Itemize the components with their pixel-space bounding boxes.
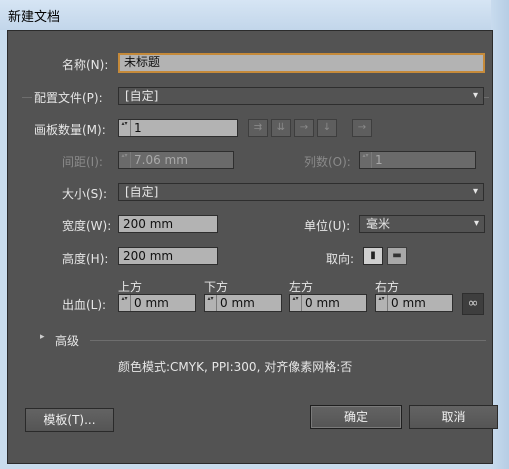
group-border-top-right: [484, 97, 489, 98]
height-input[interactable]: 200 mm: [118, 247, 218, 265]
window-titlebar: 新建文档: [0, 0, 509, 30]
units-select[interactable]: 毫米 ▾: [359, 215, 485, 233]
bleed-top-label: 上方: [118, 280, 143, 294]
stepper-arrows-icon[interactable]: ▴▾: [119, 120, 131, 136]
grid-by-row-icon[interactable]: ⇉: [248, 119, 268, 137]
bleed-right-value: 0 mm: [391, 296, 426, 310]
size-label: 大小(S):: [62, 187, 108, 201]
stepper-arrows-icon[interactable]: ▴▾: [119, 295, 131, 311]
width-input[interactable]: 200 mm: [118, 215, 218, 233]
bleed-bottom-label: 下方: [204, 280, 229, 294]
bleed-label: 出血(L):: [62, 298, 107, 312]
bleed-bottom-value: 0 mm: [220, 296, 255, 310]
profile-label: 配置文件(P):: [34, 91, 103, 105]
window-frame-right: [491, 0, 509, 469]
bleed-right-label: 右方: [375, 280, 400, 294]
profile-value: [自定]: [125, 89, 159, 103]
stepper-arrows-icon[interactable]: ▴▾: [205, 295, 217, 311]
bleed-right-stepper[interactable]: ▴▾ 0 mm: [375, 294, 453, 312]
width-label: 宽度(W):: [62, 219, 112, 233]
stepper-arrows-icon[interactable]: ▴▾: [290, 295, 302, 311]
size-value: [自定]: [125, 185, 159, 199]
templates-button[interactable]: 模板(T)...: [25, 408, 114, 432]
bleed-left-label: 左方: [289, 280, 314, 294]
advanced-toggle[interactable]: 高级: [55, 332, 79, 349]
columns-stepper[interactable]: ▴▾ 1: [359, 151, 476, 169]
bleed-top-stepper[interactable]: ▴▾ 0 mm: [118, 294, 196, 312]
stepper-arrows-icon[interactable]: ▴▾: [119, 152, 131, 168]
stepper-arrows-icon[interactable]: ▴▾: [376, 295, 388, 311]
group-border-top-left: [22, 97, 32, 98]
arrange-by-row-icon[interactable]: →: [294, 119, 314, 137]
artboards-stepper[interactable]: ▴▾ 1: [118, 119, 238, 137]
bleed-top-value: 0 mm: [134, 296, 169, 310]
spacing-stepper[interactable]: ▴▾ 7.06 mm: [118, 151, 234, 169]
chevron-down-icon: ▾: [472, 186, 478, 197]
grid-by-column-icon[interactable]: ⇊: [271, 119, 291, 137]
layout-direction-icon[interactable]: →: [352, 119, 372, 137]
units-value: 毫米: [366, 217, 391, 231]
artboards-value: 1: [134, 121, 142, 135]
color-mode-info: 颜色模式:CMYK, PPI:300, 对齐像素网格:否: [118, 360, 353, 374]
stepper-arrows-icon[interactable]: ▴▾: [360, 152, 372, 168]
units-label: 单位(U):: [304, 219, 351, 233]
spacing-value: 7.06 mm: [134, 153, 188, 167]
cancel-button[interactable]: 取消: [409, 405, 498, 429]
artboards-label: 画板数量(M):: [34, 123, 106, 137]
height-label: 高度(H):: [62, 252, 109, 266]
link-icon[interactable]: ∞: [462, 293, 484, 315]
bleed-left-value: 0 mm: [305, 296, 340, 310]
disclosure-triangle-icon[interactable]: ▸: [40, 332, 45, 342]
columns-label: 列数(O):: [304, 155, 351, 169]
name-input[interactable]: 未标题: [118, 53, 485, 73]
size-select[interactable]: [自定] ▾: [118, 183, 484, 201]
bleed-bottom-stepper[interactable]: ▴▾ 0 mm: [204, 294, 282, 312]
new-document-dialog: 名称(N): 未标题 配置文件(P): [自定] ▾ 画板数量(M): ▴▾ 1…: [7, 30, 498, 464]
orientation-label: 取向:: [326, 252, 355, 266]
ok-button[interactable]: 确定: [310, 405, 402, 429]
chevron-down-icon: ▾: [472, 90, 478, 101]
spacing-label: 间距(I):: [62, 155, 103, 169]
window-title: 新建文档: [8, 10, 61, 25]
advanced-divider: [90, 340, 486, 341]
portrait-icon[interactable]: ▮: [363, 247, 383, 265]
arrange-by-column-icon[interactable]: ↓: [317, 119, 337, 137]
chevron-down-icon: ▾: [473, 218, 479, 229]
bleed-left-stepper[interactable]: ▴▾ 0 mm: [289, 294, 367, 312]
columns-value: 1: [375, 153, 383, 167]
landscape-icon[interactable]: ▬: [387, 247, 407, 265]
name-label: 名称(N):: [62, 58, 109, 72]
profile-select[interactable]: [自定] ▾: [118, 87, 484, 105]
